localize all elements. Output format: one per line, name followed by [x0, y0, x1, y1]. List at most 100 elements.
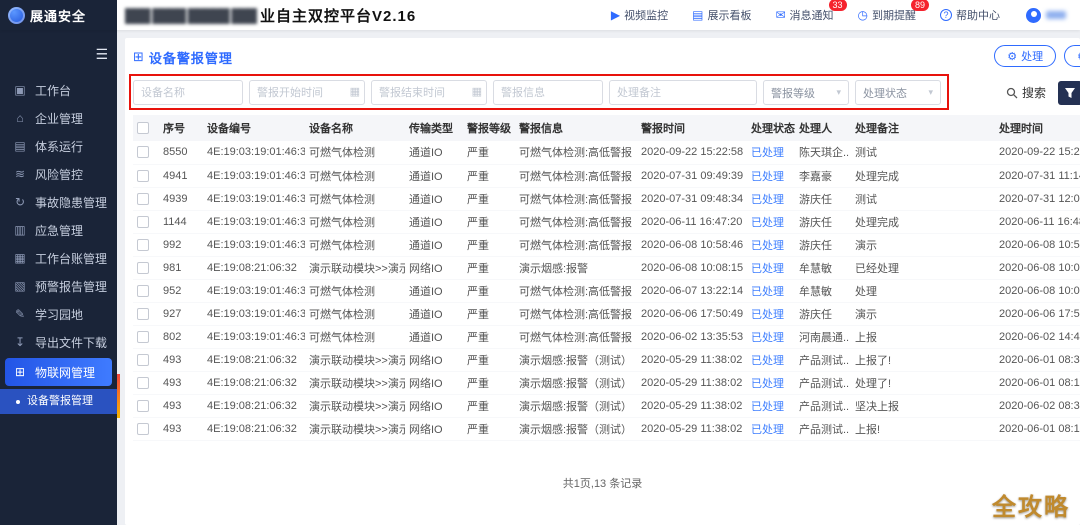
alarm-start-time-input[interactable]: [249, 80, 365, 105]
alarm-end-time-input[interactable]: [371, 80, 487, 105]
column-header-device-no: 设备编号: [203, 115, 305, 141]
process-remark-input[interactable]: [609, 80, 757, 105]
cell-alarm-time: 2020-07-31 09:48:34: [637, 187, 747, 211]
cell-transmission-type: 网络IO: [405, 371, 463, 395]
alarm-end-time-field: ▦: [371, 80, 487, 105]
sidebar-item-learning-garden[interactable]: ✎ 学习园地: [0, 300, 117, 328]
chevron-down-icon: ▾: [928, 87, 933, 97]
user-menu[interactable]: [1000, 7, 1080, 23]
nav-item-display-board[interactable]: ▤ 展示看板: [692, 7, 751, 23]
cell-process-remark: 处理完成: [851, 210, 995, 234]
sidebar-item-risk-control[interactable]: ≋ 风险管控: [0, 160, 117, 188]
censored-user-name: [1046, 11, 1066, 19]
cell-process-status[interactable]: 已处理: [747, 256, 795, 280]
cell-alarm-level: 严重: [463, 371, 515, 395]
cell-process-status[interactable]: 已处理: [747, 141, 795, 165]
cell-process-status[interactable]: 已处理: [747, 325, 795, 349]
sidebar-item-hazard-management[interactable]: ↻ 事故隐患管理: [0, 188, 117, 216]
cell-alarm-info: 可燃气体检测:高低警报: [515, 302, 637, 326]
row-checkbox[interactable]: [137, 284, 149, 297]
cell-processor: 牟慧敏: [795, 256, 851, 280]
sidebar-item-label: 企业管理: [35, 111, 84, 126]
table-row[interactable]: 8550 4E:19:03:19:01:46:3 可燃气体检测 通道IO 严重 可燃气体检…: [133, 141, 1080, 165]
table-row[interactable]: 4939 4E:19:03:19:01:46:3 可燃气体检测 通道IO 严重 可燃气体检…: [133, 187, 1080, 211]
row-checkbox[interactable]: [137, 307, 149, 320]
sidebar-item-emergency-management[interactable]: ▥ 应急管理: [0, 216, 117, 244]
app-logo[interactable]: 展通安全: [0, 0, 117, 30]
cell-process-status[interactable]: 已处理: [747, 233, 795, 257]
nav-item-expiry-reminder[interactable]: ◷ 到期提醒 89: [858, 0, 929, 23]
cell-processor: 产品测试..: [795, 371, 851, 395]
sidebar-item-workbench[interactable]: ▣ 工作台: [0, 76, 117, 104]
cell-alarm-info: 可燃气体检测:高低警报: [515, 233, 637, 257]
row-checkbox[interactable]: [137, 146, 149, 159]
cell-transmission-type: 通道IO: [405, 210, 463, 234]
process-icon: ⚙: [1007, 50, 1018, 63]
cell-device-no: 4E:19:03:19:01:46:3: [203, 233, 305, 257]
nav-item-message-notification[interactable]: ✉ 消息通知 33: [775, 0, 847, 23]
collapse-menu-icon[interactable]: ☰: [95, 46, 108, 63]
sidebar-item-file-download[interactable]: ↧ 导出文件下载: [0, 328, 117, 356]
sidebar-item-warning-report[interactable]: ▧ 预警报告管理: [0, 272, 117, 300]
cell-process-status[interactable]: 已处理: [747, 279, 795, 303]
table-row[interactable]: 4934E:19:08:21:06:32演示联动模块>>演示...网络IO严重演…: [133, 394, 1080, 418]
search-icon: [1006, 87, 1018, 98]
table-row[interactable]: 992 4E:19:03:19:01:46:3 可燃气体检测 通道IO 严重 可燃气体检测…: [133, 233, 1080, 257]
process-button[interactable]: ⚙ 处理: [994, 45, 1057, 67]
row-checkbox[interactable]: [137, 238, 149, 251]
cell-process-status[interactable]: 已处理: [747, 210, 795, 234]
row-checkbox[interactable]: [137, 215, 149, 228]
advanced-filter-button[interactable]: [1058, 80, 1080, 105]
cell-process-time: 2020-06-11 16:48:3: [995, 210, 1080, 234]
cell-alarm-info: 演示烟感:报警（测试）: [515, 348, 637, 372]
row-checkbox[interactable]: [137, 353, 149, 366]
cell-process-status[interactable]: 已处理: [747, 394, 795, 418]
cell-device-name: 演示联动模块>>演示...: [305, 417, 405, 441]
sidebar-item-enterprise-management[interactable]: ⌂ 企业管理: [0, 104, 117, 132]
cell-process-status[interactable]: 已处理: [747, 371, 795, 395]
table-row[interactable]: 1144 4E:19:03:19:01:46:3 可燃气体检测 通道IO 严重 可燃气体检…: [133, 210, 1080, 234]
row-checkbox[interactable]: [137, 399, 149, 412]
cell-process-time: 2020-06-02 08:34:3: [995, 394, 1080, 418]
process-status-select[interactable]: 处理状态 ▾: [855, 80, 941, 105]
batch-process-button[interactable]: ⚙ 批量处理: [1064, 45, 1080, 67]
nav-item-video-monitor[interactable]: ▶ 视频监控: [611, 7, 668, 23]
table-row[interactable]: 4941 4E:19:03:19:01:46:3 可燃气体检测 通道IO 严重 可燃气体检…: [133, 164, 1080, 188]
row-checkbox[interactable]: [137, 422, 149, 435]
sidebar-item-work-ledger[interactable]: ▦ 工作台账管理: [0, 244, 117, 272]
cell-process-remark: 演示: [851, 302, 995, 326]
row-checkbox[interactable]: [137, 330, 149, 343]
sidebar-subitem-device-alarm-management[interactable]: 设备警报管理: [0, 389, 117, 414]
cell-device-no: 4E:19:08:21:06:32: [203, 371, 305, 395]
cell-process-status[interactable]: 已处理: [747, 302, 795, 326]
sidebar-item-system-operation[interactable]: ▤ 体系运行: [0, 132, 117, 160]
row-checkbox[interactable]: [137, 192, 149, 205]
table-row[interactable]: 927 4E:19:03:19:01:46:3 可燃气体检测 通道IO 严重 可燃气体检测…: [133, 302, 1080, 326]
nav-item-help-center[interactable]: ? 帮助中心: [940, 7, 1000, 23]
table-row[interactable]: 9814E:19:08:21:06:32演示联动模块>>演示...网络IO严重演…: [133, 256, 1080, 280]
table-row[interactable]: 952 4E:19:03:19:01:46:3 可燃气体检测 通道IO 严重 可燃气体检测…: [133, 279, 1080, 303]
file-download-icon: ↧: [14, 335, 26, 349]
table-row[interactable]: 4934E:19:08:21:06:32演示联动模块>>演示...网络IO严重演…: [133, 348, 1080, 372]
row-checkbox[interactable]: [137, 261, 149, 274]
alarm-level-select[interactable]: 警报等级 ▾: [763, 80, 849, 105]
cell-process-status[interactable]: 已处理: [747, 417, 795, 441]
device-name-input[interactable]: [133, 80, 243, 105]
cell-alarm-time: 2020-09-22 15:22:58: [637, 141, 747, 165]
table-row[interactable]: 802 4E:19:03:19:01:46:3 可燃气体检测 通道IO 严重 可燃气体检测…: [133, 325, 1080, 349]
cell-process-status[interactable]: 已处理: [747, 348, 795, 372]
cell-process-status[interactable]: 已处理: [747, 187, 795, 211]
cell-transmission-type: 通道IO: [405, 325, 463, 349]
search-button[interactable]: 搜索: [1006, 84, 1046, 101]
row-checkbox[interactable]: [137, 169, 149, 182]
table-row[interactable]: 4934E:19:08:21:06:32演示联动模块>>演示...网络IO严重演…: [133, 371, 1080, 395]
cell-device-name: 可燃气体检测: [305, 279, 405, 303]
select-all-checkbox[interactable]: [137, 122, 149, 135]
cell-process-status[interactable]: 已处理: [747, 164, 795, 188]
cell-transmission-type: 通道IO: [405, 164, 463, 188]
table-row[interactable]: 4934E:19:08:21:06:32演示联动模块>>演示...网络IO严重演…: [133, 417, 1080, 441]
sidebar-item-label: 导出文件下载: [35, 335, 108, 350]
row-checkbox[interactable]: [137, 376, 149, 389]
alarm-info-input[interactable]: [493, 80, 603, 105]
sidebar-item-iot-management[interactable]: ⊞ 物联网管理: [5, 358, 112, 386]
